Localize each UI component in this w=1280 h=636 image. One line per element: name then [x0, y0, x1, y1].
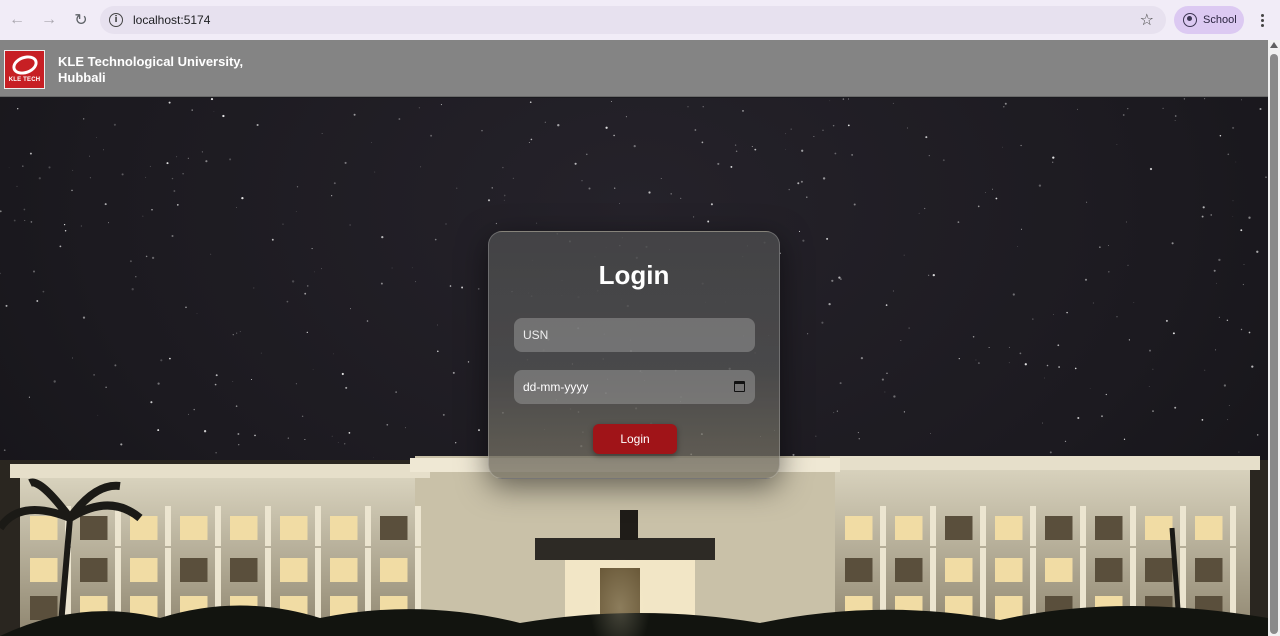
university-logo: KLE TECH [4, 50, 45, 89]
logo-text: KLE TECH [8, 77, 41, 83]
usn-input[interactable]: USN [514, 318, 755, 352]
dob-placeholder: dd-mm-yyyy [523, 380, 589, 394]
page-scrollbar[interactable] [1268, 40, 1280, 636]
scroll-thumb[interactable] [1270, 54, 1278, 634]
profile-icon [1183, 13, 1197, 27]
calendar-icon[interactable] [734, 381, 745, 392]
browser-toolbar: ← → ↻ i localhost:5174 ☆ School [0, 0, 1280, 40]
star-icon[interactable]: ☆ [1140, 10, 1154, 30]
logo-mark [9, 52, 40, 78]
reload-button[interactable]: ↻ [66, 5, 96, 35]
back-button[interactable]: ← [2, 5, 32, 35]
address-bar[interactable]: i localhost:5174 ☆ [100, 6, 1166, 34]
brand-name: KLE Technological University, Hubbali [58, 54, 244, 85]
forward-arrow-icon: → [41, 11, 57, 28]
usn-placeholder: USN [523, 328, 549, 342]
login-title: Login [598, 260, 670, 290]
login-button[interactable]: Login [593, 424, 677, 454]
forward-button[interactable]: → [34, 5, 64, 35]
profile-label: School [1203, 14, 1237, 26]
scroll-up-arrow-icon[interactable] [1270, 42, 1278, 48]
login-card: Login USN dd-mm-yyyy Login [488, 231, 780, 479]
profile-button[interactable]: School [1174, 6, 1244, 34]
site-header: KLE TECH KLE Technological University, H… [0, 40, 1268, 97]
url-text: localhost:5174 [133, 13, 211, 27]
kebab-menu-icon[interactable] [1254, 10, 1270, 30]
info-icon[interactable]: i [109, 13, 123, 27]
date-of-birth-input[interactable]: dd-mm-yyyy [514, 370, 755, 404]
back-arrow-icon: ← [9, 11, 25, 28]
reload-icon: ↻ [74, 12, 88, 29]
